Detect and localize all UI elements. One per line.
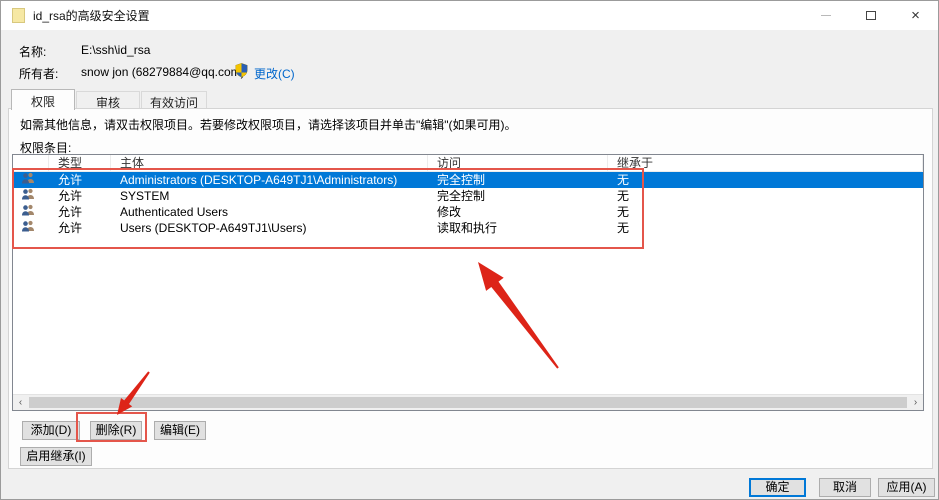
header-icon-spacer <box>13 155 49 172</box>
permission-entries-table: 类型 主体 访问 继承于 允许 Administrators (DESKTOP-… <box>12 154 924 411</box>
enable-inheritance-button[interactable]: 启用继承(I) <box>20 447 92 466</box>
instruction-text: 如需其他信息，请双击权限项目。若要修改权限项目，请选择该项目并单击"编辑"(如果… <box>20 118 517 132</box>
row-inherited-from: 无 <box>617 172 630 187</box>
advanced-security-settings-dialog: id_rsa的高级安全设置 × 名称: E:\ssh\id_rsa 所有者: s… <box>0 0 939 500</box>
owner-label: 所有者: <box>19 67 59 81</box>
file-icon <box>12 8 25 23</box>
users-group-icon <box>13 220 49 236</box>
maximize-button[interactable] <box>848 1 893 30</box>
row-type: 允许 <box>58 172 83 187</box>
scroll-left-arrow-icon[interactable]: ‹ <box>13 395 28 410</box>
scroll-right-arrow-icon[interactable]: › <box>908 395 923 410</box>
table-row[interactable]: 允许 Administrators (DESKTOP-A649TJ1\Admin… <box>13 172 923 188</box>
row-principal: SYSTEM <box>120 188 170 203</box>
column-header-type[interactable]: 类型 <box>49 155 111 172</box>
column-header-inherited-from[interactable]: 继承于 <box>608 155 923 172</box>
users-group-icon <box>13 172 49 188</box>
owner-value: snow jon (68279884@qq.com) <box>81 65 245 79</box>
close-button[interactable]: × <box>893 1 938 30</box>
cancel-button[interactable]: 取消 <box>819 478 871 497</box>
row-access: 读取和执行 <box>437 220 498 235</box>
title-bar: id_rsa的高级安全设置 × <box>1 1 938 30</box>
name-value: E:\ssh\id_rsa <box>81 43 151 57</box>
row-principal: Authenticated Users <box>120 204 229 219</box>
close-icon: × <box>911 7 920 24</box>
row-access: 修改 <box>437 204 462 219</box>
ok-button[interactable]: 确定 <box>749 478 806 497</box>
tab-bar: 权限 审核 有效访问 <box>11 89 208 110</box>
row-principal: Administrators (DESKTOP-A649TJ1\Administ… <box>120 172 398 187</box>
row-principal: Users (DESKTOP-A649TJ1\Users) <box>120 220 307 235</box>
row-access: 完全控制 <box>437 188 486 203</box>
table-row[interactable]: 允许 Users (DESKTOP-A649TJ1\Users) 读取和执行 无 <box>13 220 923 236</box>
users-group-icon <box>13 204 49 220</box>
row-inherited-from: 无 <box>617 204 630 219</box>
minimize-icon <box>820 15 831 16</box>
apply-button[interactable]: 应用(A) <box>878 478 935 497</box>
change-owner-link[interactable]: 更改(C) <box>254 65 295 82</box>
tab-permissions[interactable]: 权限 <box>11 89 75 110</box>
table-row[interactable]: 允许 Authenticated Users 修改 无 <box>13 204 923 220</box>
row-inherited-from: 无 <box>617 220 630 235</box>
edit-button[interactable]: 编辑(E) <box>154 421 206 440</box>
table-empty-area <box>13 236 923 394</box>
row-type: 允许 <box>58 188 83 203</box>
minimize-button[interactable] <box>803 1 848 30</box>
column-header-principal[interactable]: 主体 <box>111 155 428 172</box>
permissions-tab-page: 如需其他信息，请双击权限项目。若要修改权限项目，请选择该项目并单击"编辑"(如果… <box>8 108 933 469</box>
row-type: 允许 <box>58 204 83 219</box>
uac-shield-icon <box>235 63 248 78</box>
row-access: 完全控制 <box>437 172 486 187</box>
column-header-access[interactable]: 访问 <box>428 155 608 172</box>
table-header-row: 类型 主体 访问 继承于 <box>13 155 923 172</box>
remove-button[interactable]: 删除(R) <box>90 421 142 440</box>
add-button[interactable]: 添加(D) <box>22 421 80 440</box>
scrollbar-thumb[interactable] <box>29 397 907 408</box>
name-label: 名称: <box>19 45 47 59</box>
horizontal-scrollbar[interactable]: ‹ › <box>13 394 923 410</box>
row-inherited-from: 无 <box>617 188 630 203</box>
window-title: id_rsa的高级安全设置 <box>33 9 150 23</box>
table-row[interactable]: 允许 SYSTEM 完全控制 无 <box>13 188 923 204</box>
maximize-icon <box>865 11 876 20</box>
row-type: 允许 <box>58 220 83 235</box>
users-group-icon <box>13 188 49 204</box>
